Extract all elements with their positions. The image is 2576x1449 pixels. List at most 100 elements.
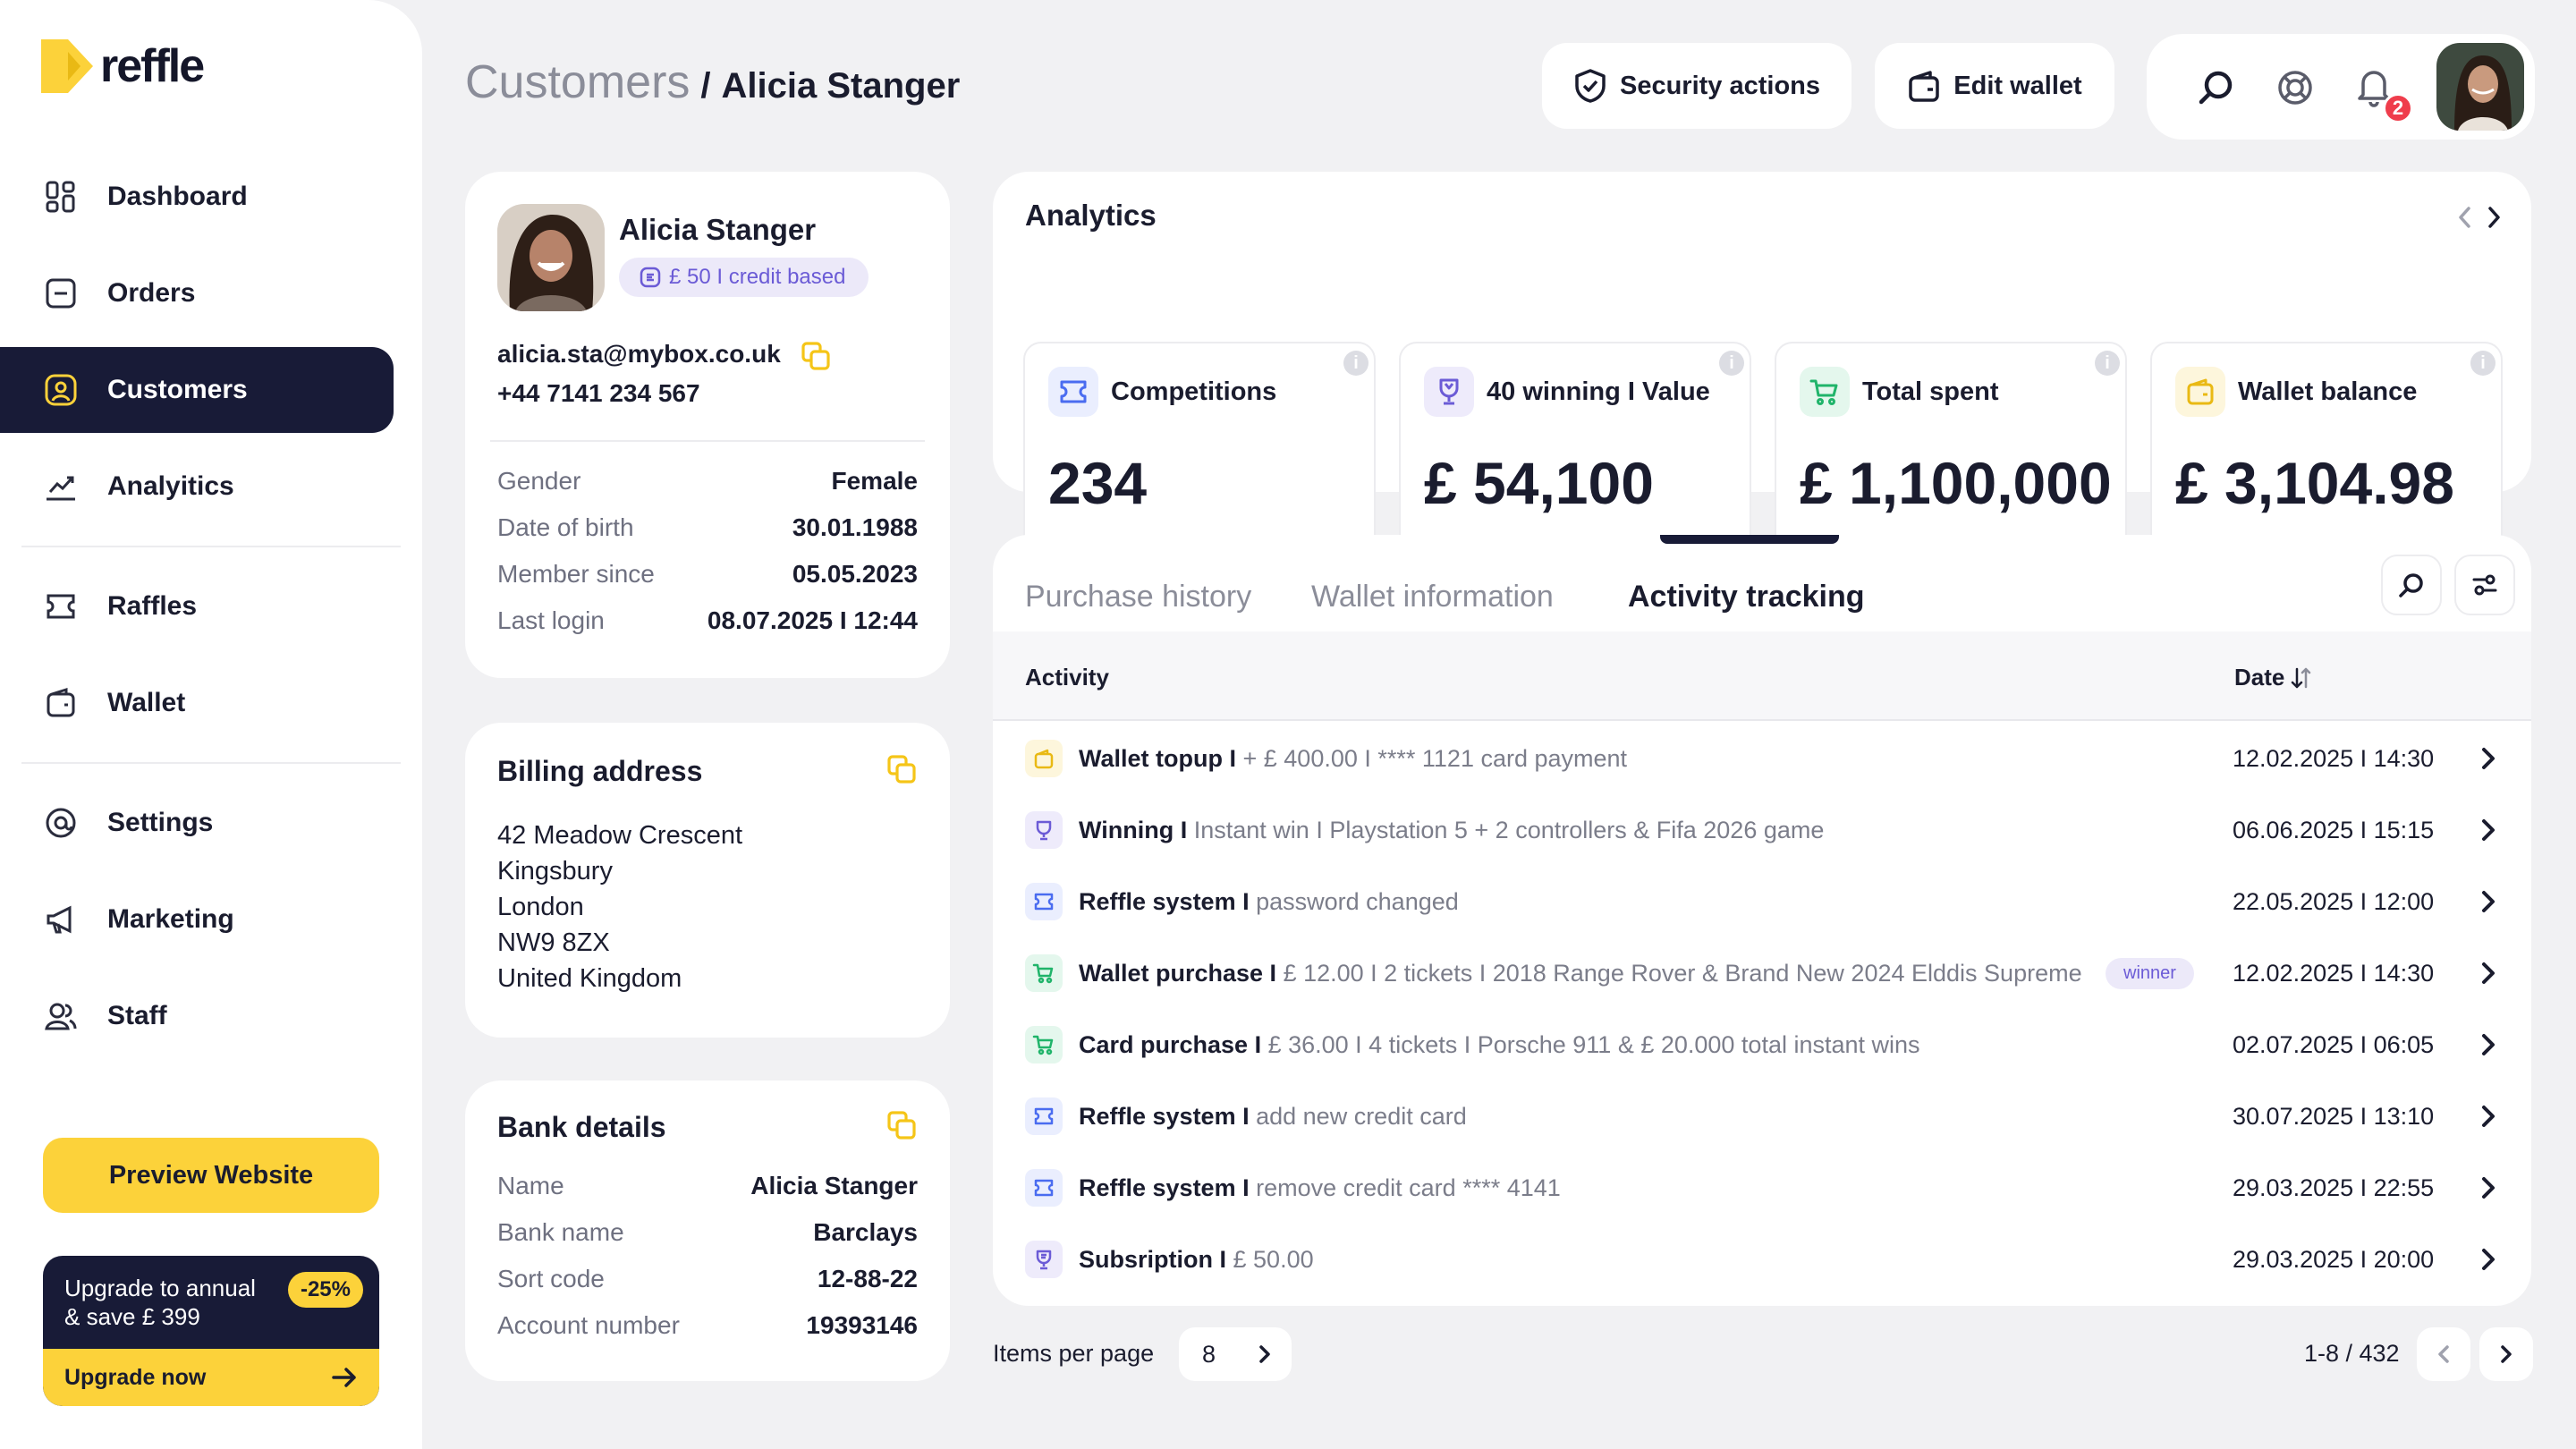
chevron-right-icon[interactable] (2479, 1103, 2497, 1130)
chevron-right-icon[interactable] (2479, 1174, 2497, 1201)
table-search-button[interactable] (2381, 555, 2442, 615)
chevron-right-icon[interactable] (2479, 888, 2497, 915)
row-date: 29.03.2025 I 20:00 (2233, 1245, 2435, 1273)
marketing-icon (41, 900, 80, 939)
table-row[interactable]: Reffle system I remove credit card **** … (993, 1152, 2531, 1224)
breadcrumb-root[interactable]: Customers (465, 55, 690, 109)
sidebar-item-dashboard[interactable]: Dashboard (0, 154, 394, 240)
profile-field-dob: Date of birth 30.01.1988 (497, 513, 918, 542)
sidebar-item-label: Orders (107, 278, 196, 308)
info-icon[interactable]: i (2470, 351, 2496, 376)
row-title: Winning I Instant win I Playstation 5 + … (1079, 817, 1824, 844)
address-line: United Kingdom (497, 964, 682, 993)
field-value: Barclays (813, 1218, 918, 1246)
brand-name: reffle (100, 40, 205, 92)
table-row[interactable]: Card purchase I £ 36.00 I 4 tickets I Po… (993, 1009, 2531, 1080)
sidebar-item-label: Wallet (107, 688, 186, 717)
settings-icon (41, 803, 80, 843)
field-value: 19393146 (806, 1311, 918, 1339)
tab-wallet-information[interactable]: Wallet information (1311, 580, 1554, 614)
chevron-left-icon[interactable] (2454, 204, 2476, 231)
table-row[interactable]: Reffle system I password changed 22.05.2… (993, 866, 2531, 937)
sidebar-item-label: Raffles (107, 591, 198, 621)
notification-count-badge: 2 (2383, 93, 2413, 123)
sidebar-divider (21, 546, 401, 547)
sidebar-item-staff[interactable]: Staff (0, 973, 394, 1059)
bank-field-account-number: Account number 19393146 (497, 1311, 918, 1340)
logo-mark-icon (41, 39, 93, 93)
ticket-icon (1025, 1097, 1063, 1135)
row-date: 02.07.2025 I 06:05 (2233, 1030, 2435, 1058)
sidebar-item-settings[interactable]: Settings (0, 780, 394, 866)
staff-icon (41, 996, 80, 1036)
row-title: Reffle system I remove credit card **** … (1079, 1174, 1561, 1202)
sidebar-item-analytics[interactable]: Analyitics (0, 444, 394, 530)
info-icon[interactable]: i (2095, 351, 2120, 376)
sidebar-item-wallet[interactable]: Wallet (0, 660, 394, 746)
tab-purchase-history[interactable]: Purchase history (1025, 580, 1251, 614)
stat-value: £ 1,100,000 (1800, 450, 2112, 516)
bank-field-bank-name: Bank name Barclays (497, 1218, 918, 1247)
winner-badge: winner (2106, 957, 2194, 989)
field-value: Alicia Stanger (750, 1172, 918, 1199)
trophy-icon (1025, 811, 1063, 849)
sidebar-divider (21, 762, 401, 764)
table-row[interactable]: Wallet topup I + £ 400.00 I **** 1121 ca… (993, 723, 2531, 794)
column-header-date[interactable]: Date (2234, 664, 2313, 691)
table-row[interactable]: Winning I Instant win I Playstation 5 + … (993, 794, 2531, 866)
analytics-title: Analytics (1025, 199, 1157, 232)
field-value: 30.01.1988 (792, 513, 918, 541)
dashboard-icon (41, 177, 80, 216)
breadcrumb-current: Alicia Stanger (721, 66, 961, 106)
header-actions: 2 (2147, 34, 2535, 140)
profile-field-member-since: Member since 05.05.2023 (497, 560, 918, 589)
chevron-right-icon[interactable] (2479, 745, 2497, 772)
items-per-page-select[interactable]: 8 (1179, 1327, 1292, 1381)
table-row[interactable]: Reffle system I add new credit card 30.0… (993, 1080, 2531, 1152)
security-actions-button[interactable]: Security actions (1542, 43, 1852, 129)
bank-details-card: Bank details Name Alicia Stanger Bank nam… (465, 1080, 950, 1381)
prev-page-button[interactable] (2417, 1327, 2470, 1381)
edit-wallet-button[interactable]: Edit wallet (1875, 43, 2114, 129)
row-date: 22.05.2025 I 12:00 (2233, 887, 2435, 915)
brand-logo[interactable]: reffle (41, 39, 205, 93)
row-type: Card purchase I (1079, 1030, 1262, 1058)
info-icon[interactable]: i (1343, 351, 1368, 376)
profile-divider (490, 440, 925, 442)
chevron-right-icon[interactable] (2479, 960, 2497, 987)
chevron-right-icon[interactable] (2479, 1031, 2497, 1058)
field-label: Date of birth (497, 513, 634, 541)
sidebar-item-customers[interactable]: Customers (0, 347, 394, 433)
table-row[interactable]: Subsription I £ 50.00 29.03.2025 I 20:00 (993, 1224, 2531, 1295)
sidebar: reffle Dashboard Orders Customers Analyi… (0, 0, 422, 1449)
sidebar-item-marketing[interactable]: Marketing (0, 877, 394, 962)
sidebar-item-label: Analyitics (107, 471, 234, 501)
table-row[interactable]: Wallet purchase I £ 12.00 I 2 tickets I … (993, 937, 2531, 1009)
customer-email[interactable]: alicia.sta@mybox.co.uk (497, 340, 781, 369)
avatar[interactable] (2436, 43, 2524, 131)
ticket-icon (1048, 367, 1098, 417)
row-description: + £ 400.00 I **** 1121 card payment (1242, 744, 1628, 772)
search-icon[interactable] (2197, 68, 2236, 107)
search-icon (2399, 573, 2423, 597)
sidebar-item-orders[interactable]: Orders (0, 250, 394, 336)
tab-activity-tracking[interactable]: Activity tracking (1628, 580, 1865, 614)
next-page-button[interactable] (2479, 1327, 2533, 1381)
upgrade-now-button[interactable]: Upgrade now (43, 1349, 379, 1406)
field-value: 12-88-22 (817, 1265, 918, 1292)
sidebar-item-raffles[interactable]: Raffles (0, 564, 394, 649)
column-header-activity: Activity (1025, 664, 1109, 691)
info-icon[interactable]: i (1719, 351, 1744, 376)
table-header: Activity Date (993, 631, 2531, 721)
chevron-right-icon[interactable] (2479, 1246, 2497, 1273)
copy-icon[interactable] (800, 340, 832, 372)
chevron-right-icon[interactable] (2483, 204, 2504, 231)
copy-icon[interactable] (886, 1109, 918, 1141)
analytics-icon (41, 467, 80, 506)
edit-wallet-label: Edit wallet (1953, 71, 2082, 100)
help-lifebuoy-icon[interactable] (2275, 68, 2315, 107)
chevron-right-icon[interactable] (2479, 817, 2497, 843)
table-filter-button[interactable] (2454, 555, 2515, 615)
preview-website-button[interactable]: Preview Website (43, 1138, 379, 1213)
copy-icon[interactable] (886, 753, 918, 785)
